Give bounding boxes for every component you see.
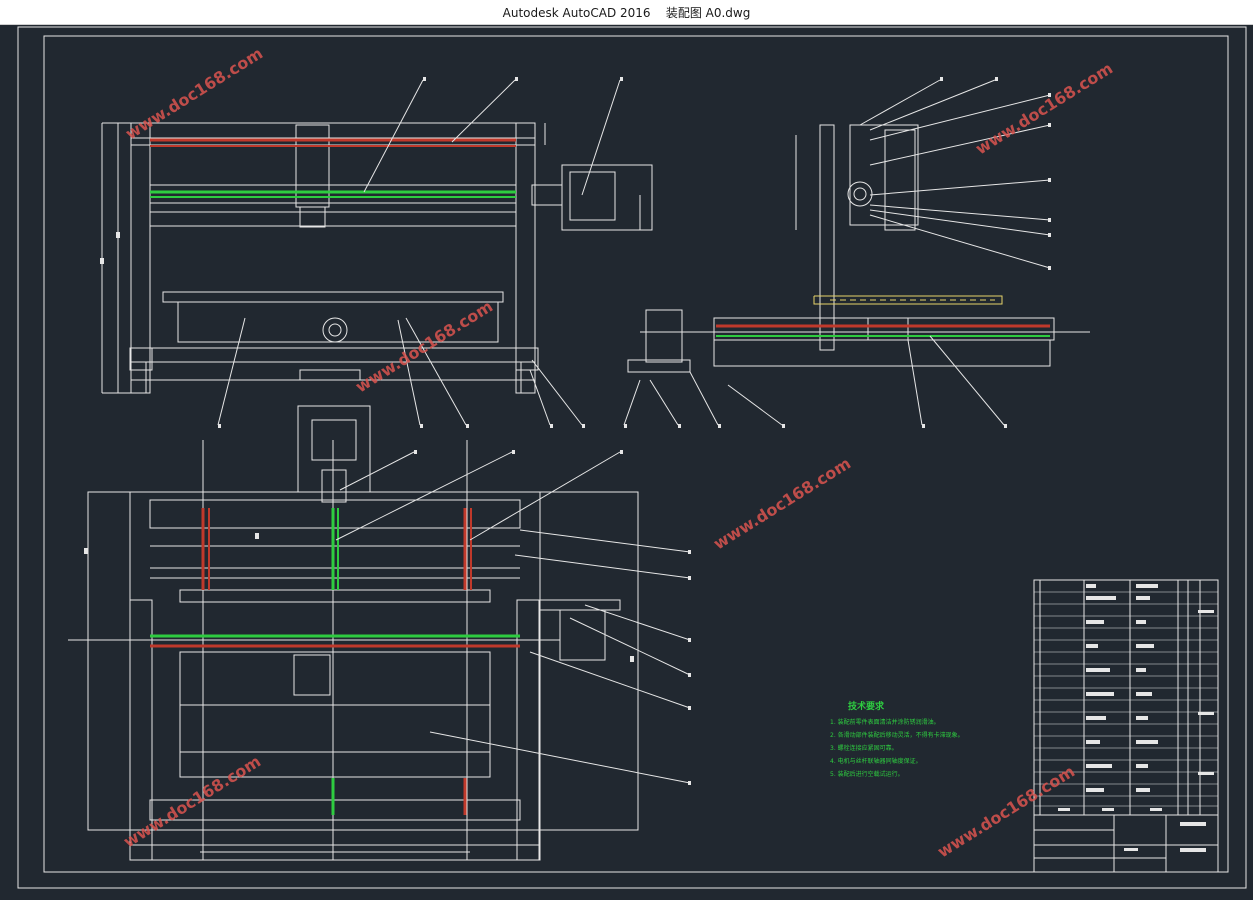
watermark: www.doc168.com — [934, 762, 1078, 862]
watermark: www.doc168.com — [122, 44, 266, 144]
window-title: Autodesk AutoCAD 2016 装配图 A0.dwg — [0, 4, 1253, 21]
front-view[interactable] — [101, 122, 653, 394]
inner-border — [43, 35, 1229, 873]
outer-border — [17, 26, 1247, 889]
app-name: Autodesk AutoCAD 2016 — [502, 6, 651, 20]
tech-req-item-4: 4. 电机与丝杆联轴器同轴度保证。 — [830, 757, 922, 765]
parts-list-text-blocks — [1058, 584, 1214, 852]
title-block — [1033, 579, 1219, 873]
tech-req-item-3: 3. 螺栓连接应紧固可靠。 — [830, 744, 898, 752]
drawing-canvas[interactable]: 技术要求 1. 装配前零件表面清洁并涂防锈润滑油。 2. 各滑动部件装配后移动灵… — [0, 24, 1253, 896]
tech-req-item-2: 2. 各滑动部件装配后移动灵活，不得有卡滞现象。 — [830, 731, 964, 739]
balloon-ticks — [84, 77, 1051, 785]
watermark: www.doc168.com — [710, 454, 854, 554]
watermark: www.doc168.com — [352, 297, 496, 397]
window-titlebar: Autodesk AutoCAD 2016 装配图 A0.dwg — [0, 0, 1253, 25]
file-name: 装配图 A0.dwg — [665, 6, 751, 20]
drawing-sheet[interactable]: 技术要求 1. 装配前零件表面清洁并涂防锈润滑油。 2. 各滑动部件装配后移动灵… — [0, 24, 1253, 896]
watermarks: www.doc168.com www.doc168.com www.doc168… — [120, 44, 1116, 862]
tech-req-item-5: 5. 装配后进行空载试运行。 — [830, 770, 904, 778]
watermark: www.doc168.com — [972, 59, 1116, 159]
side-view[interactable] — [627, 124, 1090, 373]
technical-requirements: 技术要求 1. 装配前零件表面清洁并涂防锈润滑油。 2. 各滑动部件装配后移动灵… — [830, 700, 964, 778]
watermark: www.doc168.com — [120, 752, 264, 852]
tech-req-heading: 技术要求 — [848, 700, 885, 712]
tech-req-item-1: 1. 装配前零件表面清洁并涂防锈润滑油。 — [830, 718, 940, 726]
top-view[interactable] — [68, 405, 639, 861]
